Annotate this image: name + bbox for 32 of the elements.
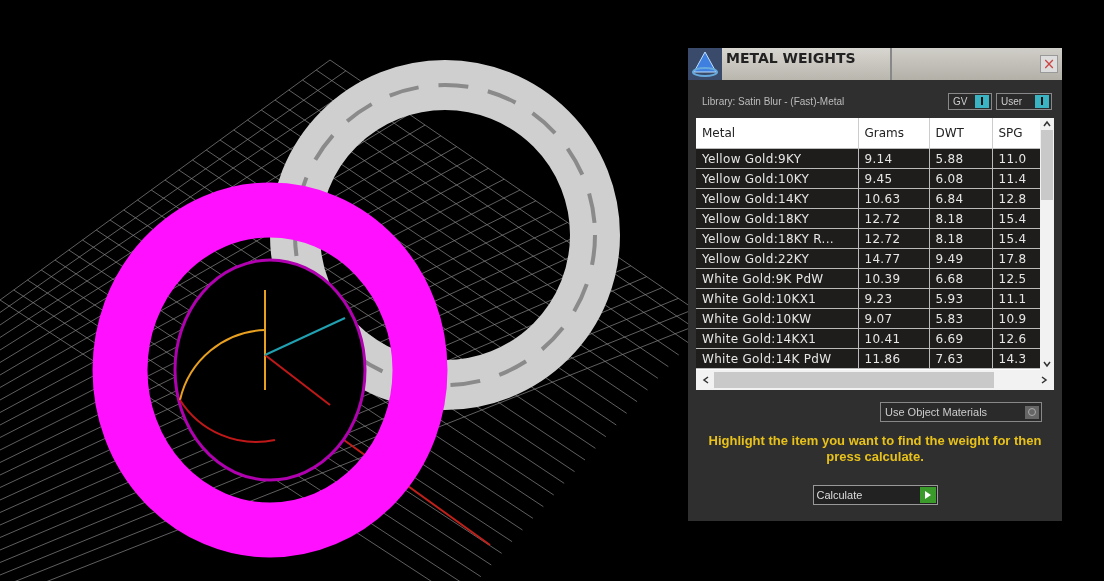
table-cell: White Gold:10KX1 (696, 288, 858, 309)
column-header[interactable]: DWT (929, 118, 992, 149)
table-cell: Yellow Gold:18KY (696, 208, 858, 229)
table-cell: Yellow Gold:14KY (696, 188, 858, 209)
column-header[interactable]: SPG (992, 118, 1040, 149)
table-cell: Yellow Gold:22KY (696, 248, 858, 269)
use-object-materials-toggle[interactable]: Use Object Materials (880, 402, 1042, 422)
table-cell: 5.88 (929, 148, 992, 169)
table-cell: White Gold:14KX1 (696, 328, 858, 349)
instruction-text: Highlight the item you want to find the weight for then press calculate. (708, 433, 1042, 465)
pyramid-logo-icon (688, 48, 722, 80)
toggle-button[interactable]: User (996, 92, 1052, 110)
table-cell: 9.14 (858, 148, 929, 169)
table-cell: White Gold:10KW (696, 308, 858, 329)
table-cell: Yellow Gold:10KY (696, 168, 858, 189)
table-cell: 11.0 (992, 148, 1040, 169)
window-title: METAL WEIGHTS (722, 48, 892, 80)
scrollbar-thumb[interactable] (714, 372, 994, 388)
library-label: Library: Satin Blur - (Fast)-Metal (702, 95, 846, 107)
toggle-indicator-icon[interactable] (975, 94, 989, 108)
table-cell: White Gold:9K PdW (696, 268, 858, 289)
table-cell: Yellow Gold:18KY R... (696, 228, 858, 249)
column-header[interactable]: Grams (858, 118, 929, 149)
table-cell: Yellow Gold:9KY (696, 148, 858, 169)
column-header[interactable]: Metal (696, 118, 858, 149)
calculate-button[interactable]: Calculate (812, 485, 938, 505)
toggle-button[interactable]: GV (948, 92, 992, 110)
scrollbar-thumb[interactable] (1041, 130, 1053, 200)
table-cell: White Gold:14K PdW (696, 348, 858, 369)
toggle-indicator-icon[interactable] (1035, 94, 1049, 108)
play-icon (923, 490, 932, 500)
toggle-indicator-icon[interactable] (1025, 405, 1039, 419)
